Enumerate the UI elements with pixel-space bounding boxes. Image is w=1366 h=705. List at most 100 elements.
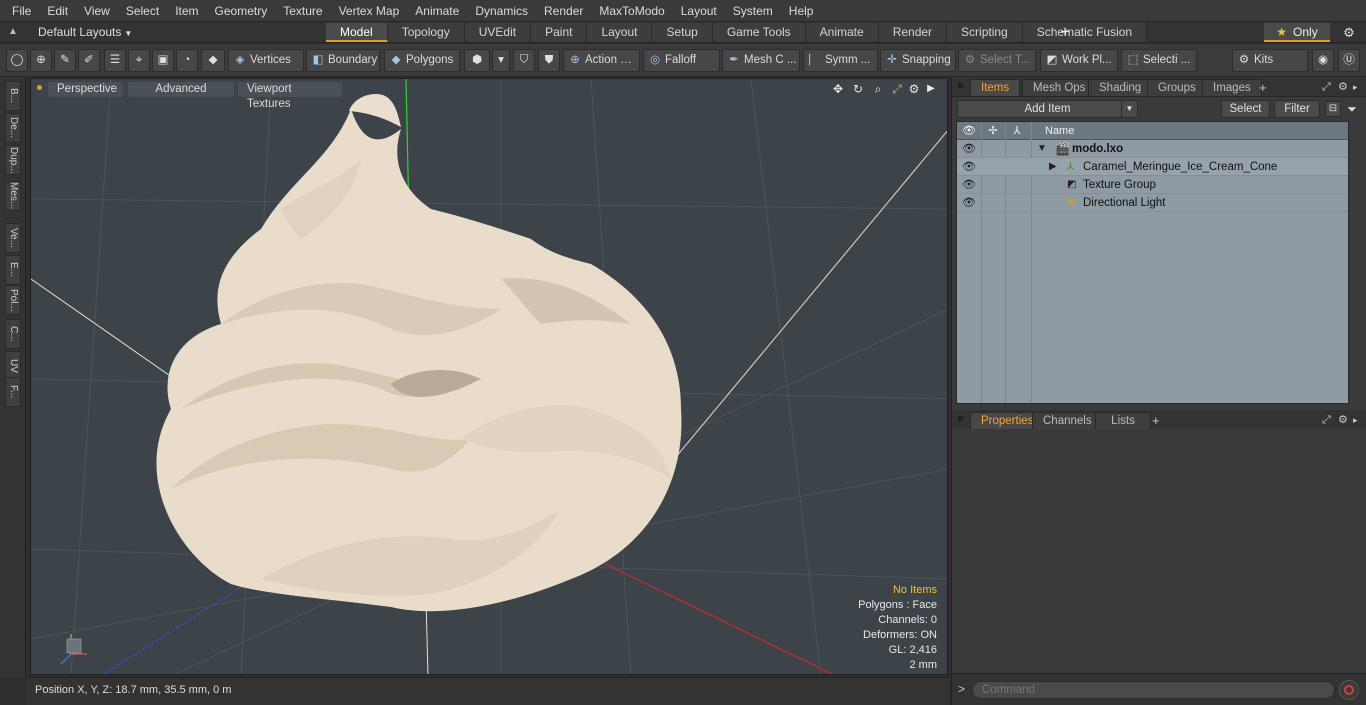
tab-shading[interactable]: Shading [1088,79,1153,96]
pen-tool-button[interactable]: ✎ [54,49,76,72]
menu-file[interactable]: File [4,0,39,22]
select-through-button[interactable]: ⚙ Select T... [958,49,1036,72]
vertical-scrollbar[interactable] [1351,121,1361,404]
frame-button[interactable]: ▣ [152,49,174,72]
snapping-button[interactable]: ✛ Snapping [880,49,956,72]
mode-dropdown-button[interactable]: ▾ [492,49,510,72]
move-view-icon[interactable]: ✥ [831,82,845,96]
kits-button[interactable]: ⚙ Kits [1232,49,1308,72]
tab-lists[interactable]: Lists [1095,412,1151,429]
layout-dropdown[interactable]: Default Layouts ▼ [30,22,140,43]
work-plane-button[interactable]: ◩ Work Pl... [1040,49,1118,72]
menu-geometry[interactable]: Geometry [207,0,276,22]
visibility-column-eye-icon[interactable]: 👁 [957,122,981,140]
menu-animate[interactable]: Animate [407,0,467,22]
falloff-button[interactable]: ◎ Falloff [643,49,720,72]
perspective-button[interactable]: Perspective [48,82,123,97]
expand-panel-icon[interactable]: ⤢ [1322,413,1331,427]
center-button[interactable]: ⌖ [128,49,150,72]
panel-gear-icon[interactable]: ⚙ [1338,413,1348,427]
panel-more-icon[interactable]: ▸ [1353,413,1358,427]
tab-game-tools[interactable]: Game Tools [712,23,806,42]
symmetry-shield-button[interactable]: ⛉ [513,49,535,72]
menu-edit[interactable]: Edit [39,0,76,22]
material-mode-button[interactable]: ⬢ [464,49,490,72]
advanced-shading-button[interactable]: Advanced [128,82,234,97]
viewport-menu-dot[interactable] [37,85,42,90]
tab-uvedit[interactable]: UVEdit [464,23,532,42]
eye-icon[interactable]: 👁 [960,158,978,176]
list-item[interactable]: 👁 ✹ Directional Light [957,194,1348,212]
left-tab-basic[interactable]: B... [5,81,21,111]
left-tab-duplicate[interactable]: Dup... [5,145,21,175]
gear-icon[interactable]: ⚙ [1340,23,1358,42]
render-column-icon[interactable]: ⅄ [1005,122,1029,140]
eye-icon[interactable]: 👁 [960,176,978,194]
add-tab-plus-icon[interactable]: + [1152,412,1160,429]
tab-items[interactable]: Items [970,79,1021,96]
menu-item[interactable]: Item [167,0,206,22]
menu-system[interactable]: System [725,0,781,22]
mesh-constraints-button[interactable]: ✒ Mesh C ... [722,49,800,72]
menu-select[interactable]: Select [118,0,167,22]
layout-collapse-icon[interactable]: ▲ [8,26,20,38]
collapse-icon[interactable]: ⊟ [1325,101,1341,117]
left-tab-vertex[interactable]: Ve... [5,223,21,253]
panel-gear-icon[interactable]: ⚙ [1338,80,1348,94]
panel-menu-dot[interactable] [958,83,963,88]
panel-more-icon[interactable]: ▸ [1353,80,1358,94]
auto-select-button[interactable]: ⛊ [538,49,560,72]
tab-model[interactable]: Model [326,23,388,42]
tab-paint[interactable]: Paint [531,23,588,42]
3d-viewport[interactable]: Perspective Advanced Viewport Textures ✥… [30,78,948,675]
menu-layout[interactable]: Layout [673,0,725,22]
tab-scripting[interactable]: Scripting [947,23,1023,42]
list-item[interactable]: 👁 ◩ Texture Group [957,176,1348,194]
eye-icon[interactable]: 👁 [960,194,978,212]
globe-button[interactable]: ⊕ [30,49,52,72]
menu-dynamics[interactable]: Dynamics [467,0,536,22]
menu-vertex-map[interactable]: Vertex Map [331,0,408,22]
layers-button[interactable]: ☰ [104,49,126,72]
tab-layout[interactable]: Layout [587,23,653,42]
selection-sets-button[interactable]: ⬚ Selecti ... [1121,49,1197,72]
tab-render[interactable]: Render [878,23,948,42]
tab-topology[interactable]: Topology [387,23,465,42]
boundary-button[interactable]: ◧ Boundary [306,49,380,72]
zoom-view-icon[interactable]: ⌕ [871,82,885,96]
item-list[interactable]: 👁 ✢ ⅄ Name 👁 ▼ 🎬 modo.lxo 👁 ▶ ⅄ Caramel_… [956,121,1349,404]
brush-tool-button[interactable]: ✐ [78,49,100,72]
tab-groups[interactable]: Groups [1147,79,1207,96]
record-macro-button[interactable] [1339,680,1359,700]
viewport-scene[interactable] [31,79,948,675]
expand-arrow-icon[interactable]: ▼ [1037,140,1047,158]
lock-column-icon[interactable]: ✢ [981,122,1005,140]
name-column-header[interactable]: Name [1045,122,1074,140]
tab-schematic-fusion[interactable]: Schematic Fusion [1022,23,1148,42]
tab-mesh-ops[interactable]: Mesh Ops [1022,79,1097,96]
vertices-button[interactable]: ◈ Vertices [228,49,304,72]
add-layout-tab-button[interactable]: + [1057,23,1073,42]
list-item[interactable]: 👁 ▼ 🎬 modo.lxo [957,140,1348,158]
expand-panel-icon[interactable]: ⤢ [1322,80,1331,94]
left-tab-deform[interactable]: De... [5,113,21,143]
left-tab-curve[interactable]: C... [5,319,21,349]
tab-animate[interactable]: Animate [805,23,879,42]
viewport-more-arrow-icon[interactable]: ▶ [924,82,938,96]
action-center-button[interactable]: ⊕ Action … [563,49,640,72]
panel-menu-dot[interactable] [958,416,963,421]
add-tab-plus-icon[interactable]: + [1259,79,1267,96]
symmetry-button[interactable]: ⎸ Symm ... [803,49,878,72]
command-input[interactable] [972,681,1335,699]
left-tab-fusion[interactable]: F... [5,377,21,407]
left-tab-mesh-edit[interactable]: Mes... [5,181,21,211]
unity-button[interactable]: ◉ [1312,49,1334,72]
rotate-view-icon[interactable]: ↻ [851,82,865,96]
menu-view[interactable]: View [76,0,118,22]
viewport-settings-gear-icon[interactable]: ⚙ [907,82,921,96]
fit-view-icon[interactable]: ⤢ [890,82,904,96]
menu-texture[interactable]: Texture [275,0,330,22]
menu-maxtomodo[interactable]: MaxToModo [591,0,672,22]
menu-render[interactable]: Render [536,0,591,22]
item-mode-button[interactable]: ◆ [201,49,225,72]
